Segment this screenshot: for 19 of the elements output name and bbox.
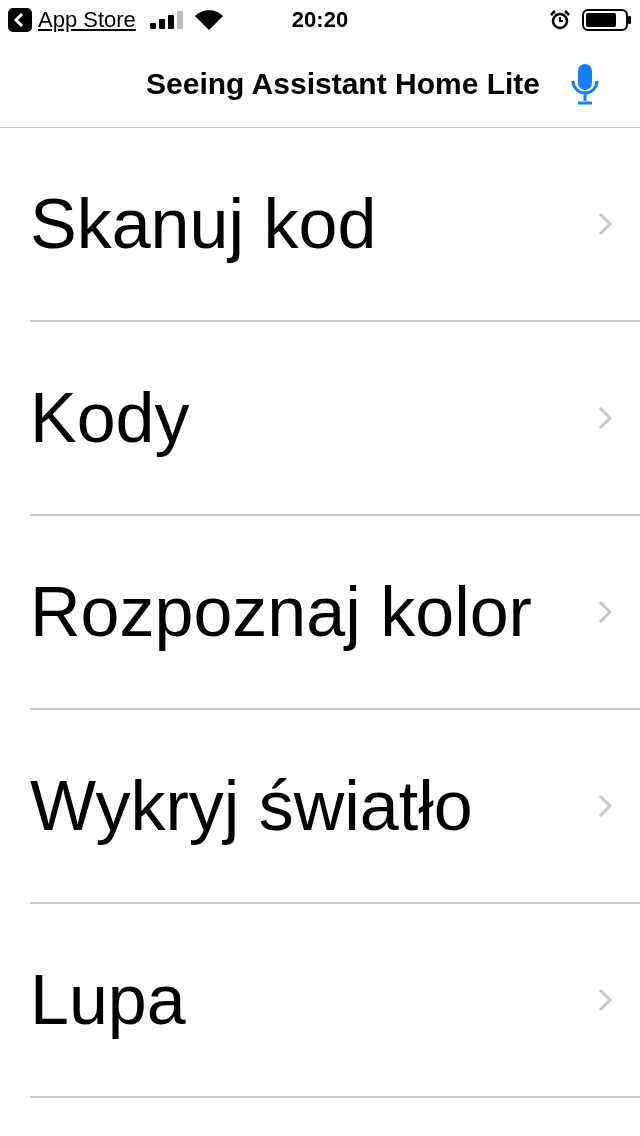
chevron-icon bbox=[598, 406, 612, 430]
back-icon bbox=[8, 8, 32, 32]
chevron-icon bbox=[598, 212, 612, 236]
menu-item[interactable]: Lupa bbox=[30, 904, 640, 1098]
menu-item[interactable]: Skanuj kod bbox=[30, 128, 640, 322]
alarm-icon bbox=[550, 10, 570, 30]
nav-title: Seeing Assistant Home Lite bbox=[146, 66, 540, 101]
wifi-icon bbox=[194, 10, 223, 30]
signal-icon bbox=[149, 11, 183, 29]
chevron-icon bbox=[598, 794, 612, 818]
chevron-icon bbox=[598, 600, 612, 624]
battery-icon bbox=[582, 9, 632, 31]
menu-item[interactable]: Wykryj światło bbox=[30, 710, 640, 904]
chevron-icon bbox=[598, 988, 612, 1012]
microphone-icon[interactable] bbox=[570, 62, 600, 105]
clock-time: 20:20 bbox=[291, 7, 349, 33]
back-to-app-button[interactable]: App Store bbox=[8, 7, 136, 33]
menu-item[interactable]: Rozpoznaj kolor bbox=[30, 516, 640, 710]
menu-item[interactable]: Kody bbox=[30, 322, 640, 516]
